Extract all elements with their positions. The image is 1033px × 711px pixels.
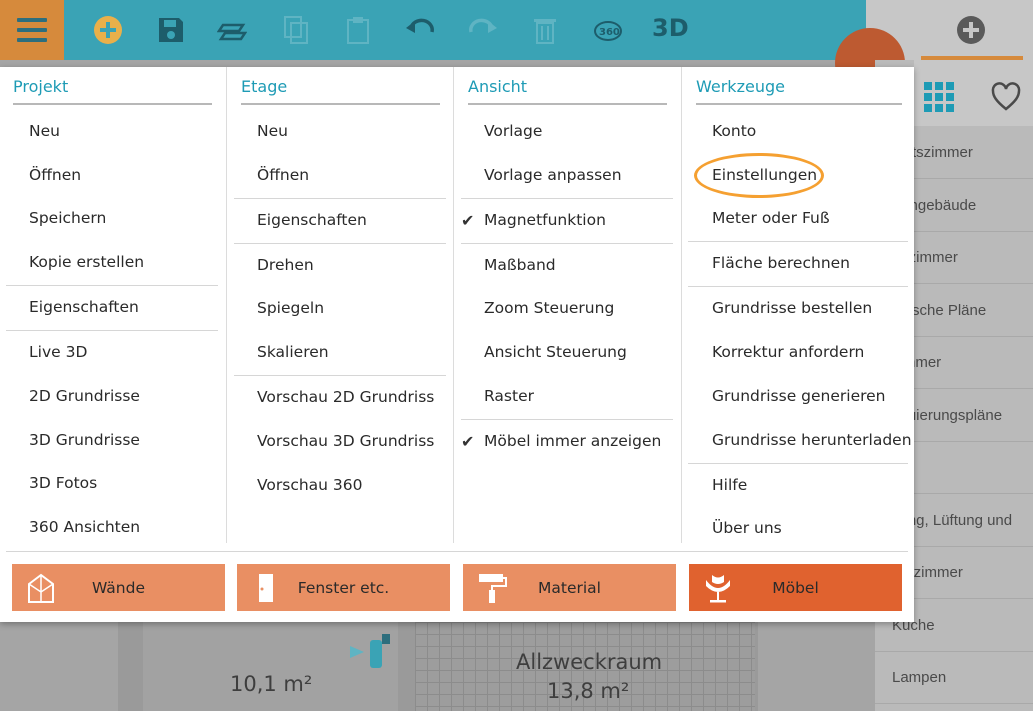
menu-item-korrektur-anfordern[interactable]: Korrektur anfordern [712,343,864,361]
tile-waende-button[interactable]: Wände [12,564,225,611]
section-divider [696,103,902,105]
undo-icon[interactable] [403,12,437,48]
toolbar: 360 3D [0,0,866,60]
menu-item-etage-oeffnen[interactable]: Öffnen [257,166,309,184]
section-divider [13,103,212,105]
tile-fenster-button[interactable]: Fenster etc. [237,564,450,611]
divider [234,198,446,199]
menu-item-massband[interactable]: Maßband [484,256,556,274]
menu-item-vorschau-3d[interactable]: Vorschau 3D Grundriss [257,432,434,450]
menu-item-grundrisse-generieren[interactable]: Grundrisse generieren [712,387,886,405]
menu-item-grundrisse-bestellen[interactable]: Grundrisse bestellen [712,299,872,317]
layers-icon[interactable] [215,12,249,48]
copy-icon[interactable] [279,12,313,48]
divider [688,286,908,287]
section-title-ansicht: Ansicht [468,77,528,96]
menu-item-live-3d[interactable]: Live 3D [29,343,87,361]
menu-item-ansicht-steuerung[interactable]: Ansicht Steuerung [484,343,627,361]
main-menu: Projekt Neu Öffnen Speichern Kopie erste… [0,67,914,622]
menu-item-etage-neu[interactable]: Neu [257,122,288,140]
column-separator [681,67,682,543]
menu-item-projekt-oeffnen[interactable]: Öffnen [29,166,81,184]
menu-item-projekt-kopie[interactable]: Kopie erstellen [29,253,144,271]
checkmark-icon: ✔ [461,211,475,230]
section-divider [468,103,667,105]
menu-item-flaeche-berechnen[interactable]: Fläche berechnen [712,254,850,272]
menu-item-konto[interactable]: Konto [712,122,756,140]
divider [688,463,908,464]
section-title-etage: Etage [241,77,288,96]
menu-item-3d-fotos[interactable]: 3D Fotos [29,474,97,492]
menu-item-ueber-uns[interactable]: Über uns [712,519,782,537]
menu-icon [17,18,47,42]
delete-icon[interactable] [528,12,562,48]
room-name-label: Allzweckraum [516,650,663,674]
grid-icon[interactable] [924,82,954,112]
redo-icon[interactable] [466,12,500,48]
menu-item-360-ansichten[interactable]: 360 Ansichten [29,518,140,536]
paint-bucket-icon [350,634,394,670]
menu-item-hilfe[interactable]: Hilfe [712,476,747,494]
add-item-icon[interactable] [954,12,988,48]
sidebar-header [914,60,1033,126]
view-360-icon[interactable]: 360 [591,12,625,48]
section-divider [241,103,440,105]
menu-item-projekt-neu[interactable]: Neu [29,122,60,140]
highlight-ring [694,153,824,198]
menu-item-vorlage-anpassen[interactable]: Vorlage anpassen [484,166,622,184]
paste-icon[interactable] [341,12,375,48]
menu-item-raster[interactable]: Raster [484,387,534,405]
save-icon[interactable] [154,12,188,48]
section-title-projekt: Projekt [13,77,69,96]
menu-item-meter-oder-fuss[interactable]: Meter oder Fuß [712,209,830,227]
menu-item-3d-grundrisse[interactable]: 3D Grundrisse [29,431,140,449]
divider [234,375,446,376]
divider [461,198,673,199]
heart-icon[interactable] [991,82,1021,112]
menu-item-vorlage[interactable]: Vorlage [484,122,542,140]
checkmark-icon: ✔ [461,432,475,451]
section-title-werkzeuge: Werkzeuge [696,77,785,96]
tile-moebel-button[interactable]: Möbel [689,564,902,611]
tile-label: Möbel [772,578,819,597]
room-area-label: 13,8 m² [547,679,630,703]
column-separator [453,67,454,543]
tile-material-button[interactable]: Material [463,564,676,611]
menu-item-spiegeln[interactable]: Spiegeln [257,299,324,317]
menu-item-projekt-speichern[interactable]: Speichern [29,209,106,227]
divider [6,551,908,552]
divider [461,419,673,420]
tile-label: Fenster etc. [297,578,390,597]
room-area-label: 10,1 m² [230,672,313,696]
menu-item-projekt-eigenschaften[interactable]: Eigenschaften [29,298,139,316]
tile-label: Material [538,578,601,597]
menu-item-moebel-anzeigen[interactable]: Möbel immer anzeigen [484,432,661,450]
menu-item-grundrisse-herunterladen[interactable]: Grundrisse herunterladen [712,431,912,449]
menu-item-magnetfunktion[interactable]: Magnetfunktion [484,211,606,229]
add-icon[interactable] [91,12,125,48]
divider [461,243,673,244]
svg-text:360: 360 [599,27,620,38]
menu-button[interactable] [0,0,64,60]
menu-item-zoom-steuerung[interactable]: Zoom Steuerung [484,299,614,317]
view-3d-button[interactable]: 3D [652,14,689,42]
tile-label: Wände [91,578,146,597]
menu-item-etage-eigenschaften[interactable]: Eigenschaften [257,211,367,229]
menu-item-2d-grundrisse[interactable]: 2D Grundrisse [29,387,140,405]
divider [6,285,218,286]
divider [6,330,218,331]
divider [688,241,908,242]
divider [234,243,446,244]
column-separator [226,67,227,543]
sidebar-item[interactable]: Lampen [875,652,1033,704]
menu-item-vorschau-360[interactable]: Vorschau 360 [257,476,363,494]
menu-item-vorschau-2d[interactable]: Vorschau 2D Grundriss [257,388,434,406]
menu-item-skalieren[interactable]: Skalieren [257,343,329,361]
menu-item-drehen[interactable]: Drehen [257,256,314,274]
